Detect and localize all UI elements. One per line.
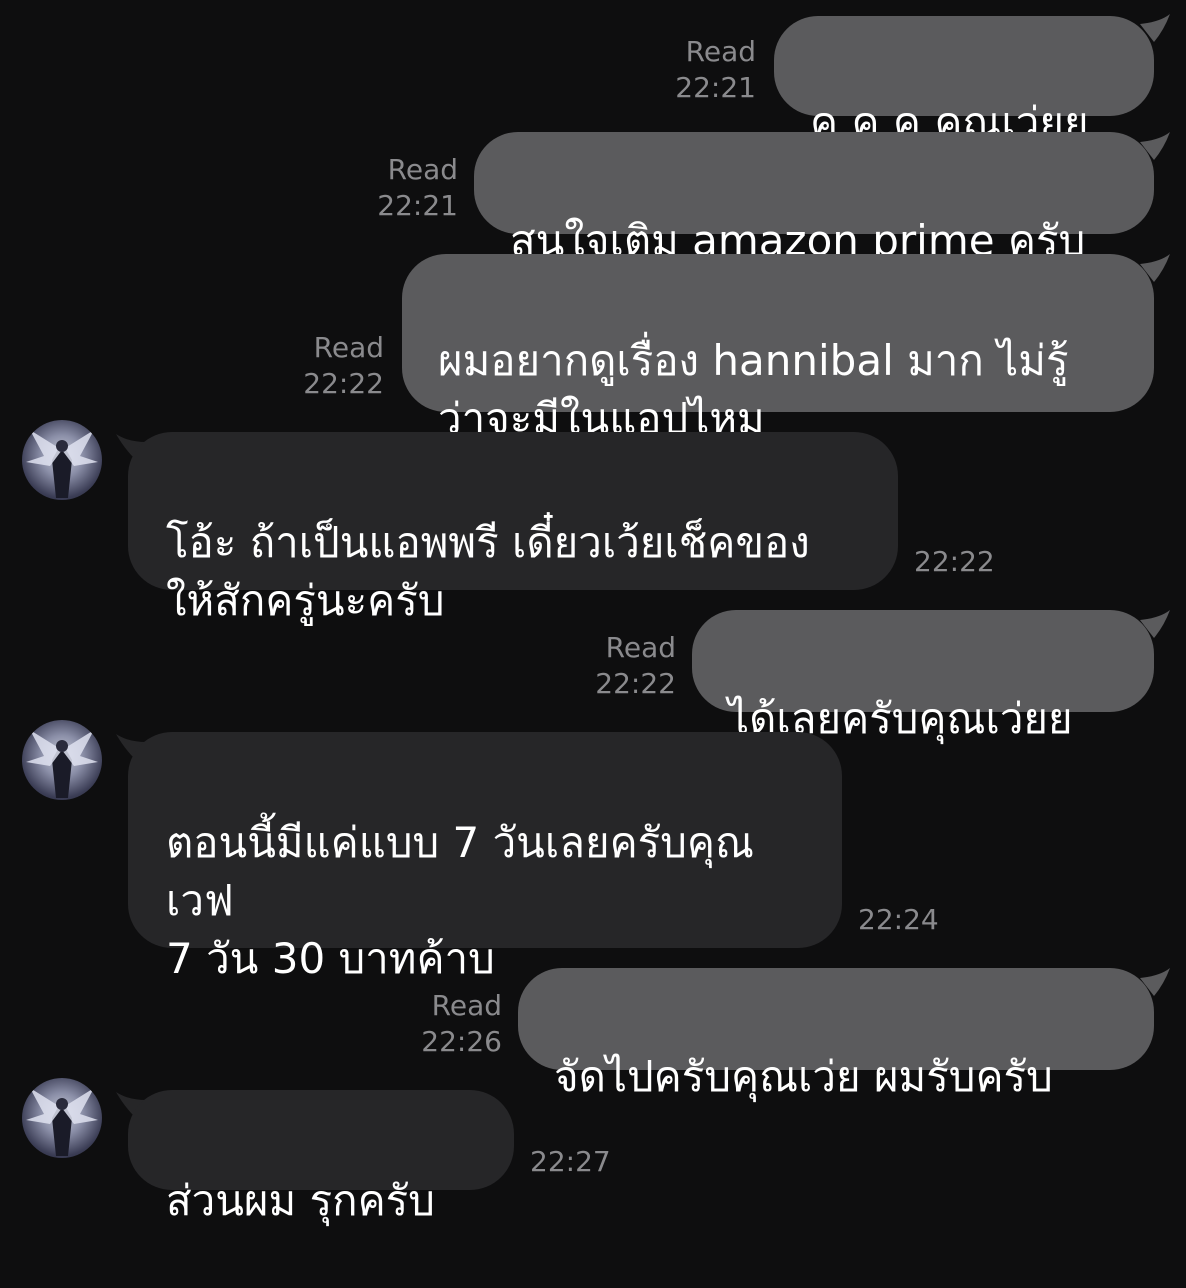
outgoing-message-bubble[interactable]: สนใจเติม amazon prime ครับ bbox=[474, 132, 1154, 265]
message-meta: Read 22:21 bbox=[616, 34, 756, 106]
incoming-message-bubble[interactable]: ตอนนี้มีแค่แบบ 7 วันเลยครับคุณ เวฟ 7 วัน… bbox=[128, 732, 842, 983]
outgoing-message-bubble[interactable]: ได้เลยครับคุณเว่ยย bbox=[692, 610, 1154, 743]
outgoing-message-bubble[interactable]: ค ค ค คุณเว่ยย bbox=[774, 16, 1154, 147]
message-meta: Read 22:22 bbox=[536, 630, 676, 702]
bubble-tail-icon bbox=[1140, 14, 1170, 42]
contact-avatar-icon[interactable] bbox=[22, 1078, 102, 1158]
message-text: ตอนนี้มีแค่แบบ 7 วันเลยครับคุณ เวฟ 7 วัน… bbox=[166, 818, 754, 983]
message-text: จัดไปครับคุณเว่ย ผมรับครับ bbox=[554, 1052, 1053, 1101]
message-meta: Read 22:26 bbox=[362, 988, 502, 1060]
read-receipt: Read bbox=[313, 331, 384, 364]
message-text: ส่วนผม รุกครับ bbox=[166, 1176, 435, 1225]
bubble-tail-icon bbox=[1140, 610, 1170, 638]
read-receipt: Read bbox=[685, 35, 756, 68]
incoming-message-bubble[interactable]: โอ้ะ ถ้าเป็นแอพพรี เดี๋ยวเว้ยเช็คของ ให้… bbox=[128, 432, 898, 625]
message-time: 22:21 bbox=[377, 189, 458, 222]
contact-avatar-icon[interactable] bbox=[22, 720, 102, 800]
message-meta: Read 22:22 bbox=[244, 330, 384, 402]
incoming-message-bubble[interactable]: ส่วนผม รุกครับ bbox=[128, 1090, 514, 1225]
read-receipt: Read bbox=[387, 153, 458, 186]
read-receipt: Read bbox=[605, 631, 676, 664]
message-time: 22:21 bbox=[675, 71, 756, 104]
message-time: 22:22 bbox=[595, 667, 676, 700]
bubble-tail-icon bbox=[1140, 968, 1170, 996]
bubble-tail-icon bbox=[1140, 254, 1170, 282]
read-receipt: Read bbox=[431, 989, 502, 1022]
message-time: 22:27 bbox=[530, 1145, 611, 1178]
outgoing-message-bubble[interactable]: จัดไปครับคุณเว่ย ผมรับครับ bbox=[518, 968, 1154, 1101]
message-time: 22:22 bbox=[914, 545, 995, 578]
message-time: 22:22 bbox=[303, 367, 384, 400]
outgoing-message-bubble[interactable]: ผมอยากดูเรื่อง hannibal มาก ไม่รู้ ว่าจะ… bbox=[402, 254, 1154, 443]
chat-thread: Read 22:21 ค ค ค คุณเว่ยย Read 22:21 สนใ… bbox=[0, 0, 1186, 1225]
message-time: 22:26 bbox=[421, 1025, 502, 1058]
message-time: 22:24 bbox=[858, 903, 939, 936]
message-text: ผมอยากดูเรื่อง hannibal มาก ไม่รู้ ว่าจะ… bbox=[438, 336, 1069, 443]
contact-avatar-icon[interactable] bbox=[22, 420, 102, 500]
message-meta: Read 22:21 bbox=[318, 152, 458, 224]
bubble-tail-icon bbox=[1140, 132, 1170, 160]
